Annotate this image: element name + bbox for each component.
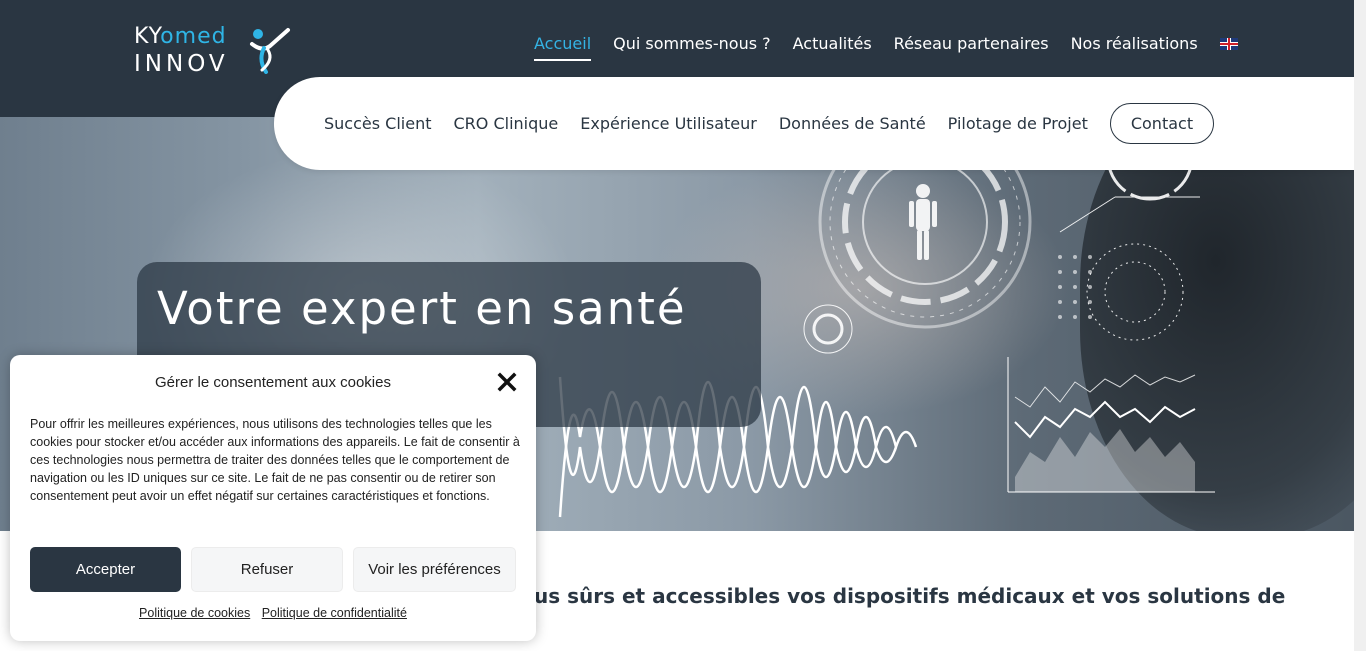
logo-figure-icon: [250, 28, 290, 74]
cookie-dialog-title: Gérer le consentement aux cookies: [155, 374, 391, 391]
cookie-policy-links: Politique de cookies Politique de confid…: [10, 606, 536, 620]
contact-button[interactable]: Contact: [1109, 103, 1215, 144]
logo-line2: INNOV: [134, 51, 229, 77]
close-icon[interactable]: [496, 371, 518, 393]
uk-flag-icon[interactable]: [1219, 37, 1238, 50]
cookie-policy-link[interactable]: Politique de cookies: [139, 606, 250, 620]
hero-title: Votre expert en santé: [157, 282, 687, 335]
subnav-cro-clinique[interactable]: CRO Clinique: [453, 114, 558, 133]
logo-line1: KYomed: [134, 24, 227, 49]
cookie-dialog-body: Pour offrir les meilleures expériences, …: [30, 417, 520, 503]
subnav-pilotage-de-projet[interactable]: Pilotage de Projet: [948, 114, 1088, 133]
nav-nos-realisations[interactable]: Nos réalisations: [1071, 34, 1198, 61]
subnav-donnees-de-sante[interactable]: Données de Santé: [779, 114, 926, 133]
refuse-cookies-button[interactable]: Refuser: [191, 547, 343, 592]
page: KYomed INNOV Accueil Qui sommes-nous ? A…: [0, 0, 1366, 651]
subnav-experience-utilisateur[interactable]: Expérience Utilisateur: [580, 114, 757, 133]
accept-cookies-button[interactable]: Accepter: [30, 547, 181, 592]
page-scrollbar[interactable]: [1354, 0, 1366, 651]
cookie-consent-dialog: Gérer le consentement aux cookies Pour o…: [10, 355, 536, 641]
nav-qui-sommes-nous[interactable]: Qui sommes-nous ?: [613, 34, 771, 61]
main-navigation: Accueil Qui sommes-nous ? Actualités Rés…: [534, 34, 1238, 61]
nav-reseau-partenaires[interactable]: Réseau partenaires: [894, 34, 1049, 61]
kyomed-innov-logo[interactable]: KYomed INNOV: [134, 24, 294, 80]
nav-actualites[interactable]: Actualités: [793, 34, 872, 61]
privacy-policy-link[interactable]: Politique de confidentialité: [262, 606, 407, 620]
nav-accueil[interactable]: Accueil: [534, 34, 592, 61]
secondary-navigation: Succès Client CRO Clinique Expérience Ut…: [274, 77, 1354, 170]
intro-text: us sûrs et accessibles vos dispositifs m…: [534, 584, 1286, 608]
view-preferences-button[interactable]: Voir les préférences: [353, 547, 516, 592]
subnav-succes-client[interactable]: Succès Client: [324, 114, 431, 133]
